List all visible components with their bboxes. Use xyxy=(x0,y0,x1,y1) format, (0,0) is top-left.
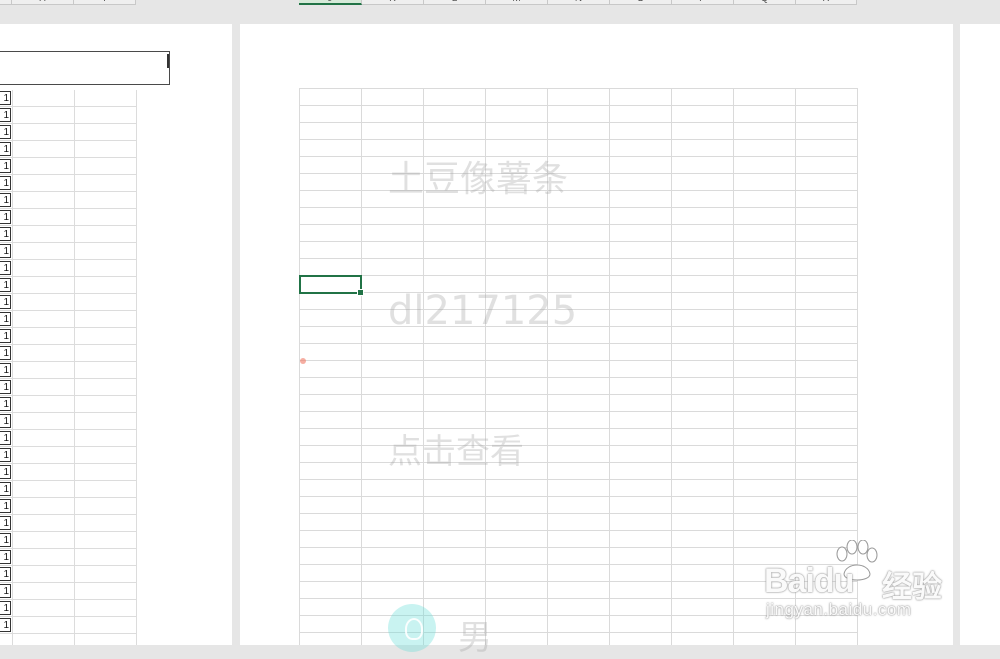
cell-value[interactable]: 1 xyxy=(0,108,11,122)
table-row[interactable]: 1 xyxy=(0,124,137,141)
column-header-strip: H I J K L M N O P Q R xyxy=(0,0,1000,6)
table-row[interactable]: 1 xyxy=(0,430,137,447)
cell-value[interactable]: 1 xyxy=(0,295,11,309)
table-row[interactable]: 1 xyxy=(0,362,137,379)
cell-value[interactable]: 1 xyxy=(0,312,11,326)
cell-value[interactable]: 1 xyxy=(0,516,11,530)
table-row[interactable]: 1 xyxy=(0,311,137,328)
watermark-gender: 男 xyxy=(458,618,492,658)
cell-value[interactable]: 1 xyxy=(0,329,11,343)
table-row[interactable]: 1 xyxy=(0,158,137,175)
table-row[interactable]: 1 xyxy=(0,566,137,583)
cell-value[interactable]: 1 xyxy=(0,210,11,224)
table-row[interactable]: 1 xyxy=(0,447,137,464)
table-row[interactable]: 1 xyxy=(0,396,137,413)
table-row[interactable]: 1 xyxy=(0,379,137,396)
table-row[interactable]: 1 xyxy=(0,413,137,430)
column-header-h[interactable]: H xyxy=(12,0,74,5)
cell-value[interactable]: 1 xyxy=(0,227,11,241)
table-row[interactable]: 1 xyxy=(0,175,137,192)
column-header-o[interactable]: O xyxy=(610,0,672,5)
cell-value[interactable]: 1 xyxy=(0,465,11,479)
table-row[interactable]: 1 xyxy=(0,515,137,532)
table-row[interactable]: 1 xyxy=(0,107,137,124)
table-row[interactable]: 1 xyxy=(0,209,137,226)
cell-value[interactable]: 1 xyxy=(0,278,11,292)
watermark-link: 点击查看 xyxy=(388,432,524,472)
cell-value[interactable]: 1 xyxy=(0,550,11,564)
text-box[interactable] xyxy=(0,51,170,85)
cell-value[interactable]: 1 xyxy=(0,499,11,513)
watermark-id: dl217125 xyxy=(388,288,578,334)
column-header-j[interactable]: J xyxy=(299,0,362,5)
table-row[interactable]: 1 xyxy=(0,345,137,362)
table-row[interactable]: 1 xyxy=(0,549,137,566)
table-row[interactable]: 1 xyxy=(0,243,137,260)
table-row[interactable]: 1 xyxy=(0,583,137,600)
left-sheet-grid[interactable]: 1 1 1 1 1 1 1 1 1 1 1 1 1 1 1 1 1 1 1 1 1 1 1 1 1 1 1 1 1 1 1 1 xyxy=(0,90,137,645)
table-row[interactable]: 1 xyxy=(0,617,137,634)
table-row[interactable]: 1 xyxy=(0,294,137,311)
column-header-g[interactable] xyxy=(0,0,12,5)
cell-value[interactable]: 1 xyxy=(0,448,11,462)
table-row[interactable]: 1 xyxy=(0,277,137,294)
cell-value[interactable]: 1 xyxy=(0,533,11,547)
cell-value[interactable]: 1 xyxy=(0,176,11,190)
cell-value[interactable]: 1 xyxy=(0,125,11,139)
table-row[interactable]: 1 xyxy=(0,464,137,481)
column-header-k[interactable]: K xyxy=(362,0,424,5)
cell-value[interactable]: 1 xyxy=(0,380,11,394)
baidu-url-text: jingyan.baidu.com xyxy=(766,600,912,619)
table-row[interactable]: 1 xyxy=(0,328,137,345)
table-row[interactable]: 1 xyxy=(0,260,137,277)
cell-value[interactable]: 1 xyxy=(0,261,11,275)
cell-value[interactable]: 1 xyxy=(0,601,11,615)
cell-value[interactable]: 1 xyxy=(0,142,11,156)
cell-value[interactable]: 1 xyxy=(0,91,11,105)
table-row[interactable]: 1 xyxy=(0,192,137,209)
cell-value[interactable]: 1 xyxy=(0,584,11,598)
column-header-r[interactable]: R xyxy=(796,0,857,5)
cell-value[interactable]: 1 xyxy=(0,193,11,207)
column-header-p[interactable]: P xyxy=(672,0,734,5)
cell-value[interactable]: 1 xyxy=(0,363,11,377)
table-row[interactable]: 1 xyxy=(0,532,137,549)
cell-value[interactable]: 1 xyxy=(0,244,11,258)
text-cursor xyxy=(167,54,169,68)
table-row[interactable]: 1 xyxy=(0,90,137,107)
baidu-brand-text: Baidu xyxy=(764,562,854,600)
column-header-l[interactable]: L xyxy=(424,0,486,5)
column-header-i[interactable]: I xyxy=(74,0,136,5)
cell-value[interactable]: 1 xyxy=(0,567,11,581)
table-row[interactable]: 1 xyxy=(0,481,137,498)
marker-dot xyxy=(300,358,306,364)
cell-value[interactable]: 1 xyxy=(0,397,11,411)
next-page-edge xyxy=(960,24,1000,645)
table-row[interactable]: 1 xyxy=(0,600,137,617)
table-row[interactable]: 1 xyxy=(0,498,137,515)
table-row[interactable]: 1 xyxy=(0,226,137,243)
table-row[interactable]: 1 xyxy=(0,141,137,158)
cell-value[interactable]: 1 xyxy=(0,431,11,445)
watermark-title: 土豆像薯条 xyxy=(388,159,569,200)
column-header-m[interactable]: M xyxy=(486,0,548,5)
cell-value[interactable]: 1 xyxy=(0,159,11,173)
cell-value[interactable]: 1 xyxy=(0,414,11,428)
cell-value[interactable]: 1 xyxy=(0,346,11,360)
column-header-q[interactable]: Q xyxy=(734,0,796,5)
cell-value[interactable]: 1 xyxy=(0,618,11,632)
fill-handle[interactable] xyxy=(357,289,364,296)
baidu-jingyan-logo: Baidu 经验 jingyan.baidu.com xyxy=(764,540,954,620)
cell-value[interactable]: 1 xyxy=(0,482,11,496)
column-header-n[interactable]: N xyxy=(548,0,610,5)
selected-cell[interactable] xyxy=(299,275,364,296)
